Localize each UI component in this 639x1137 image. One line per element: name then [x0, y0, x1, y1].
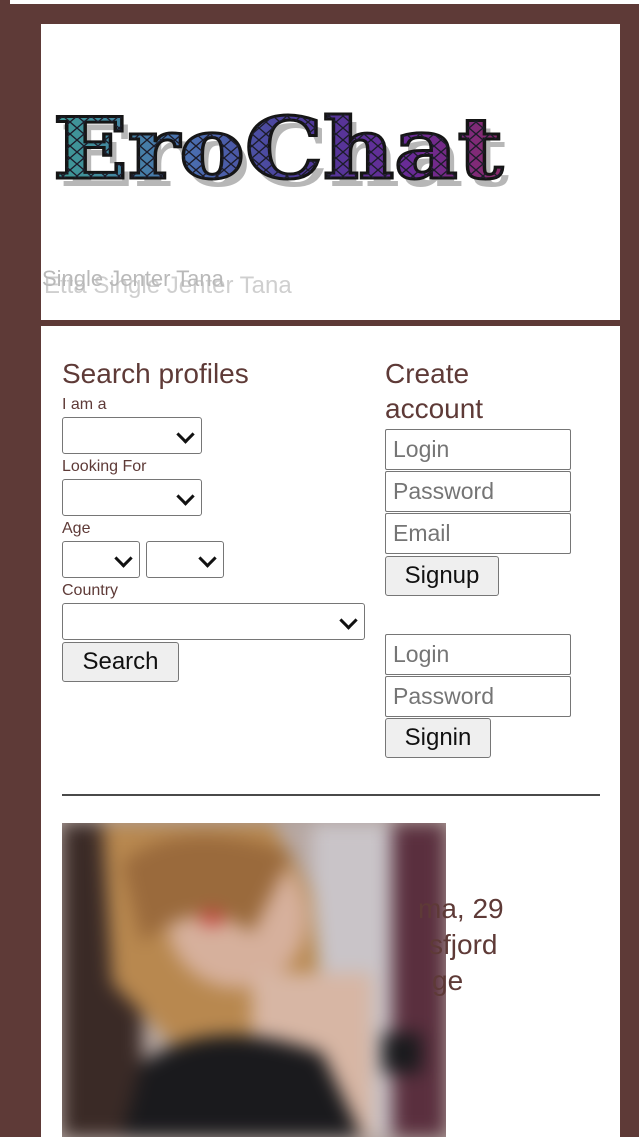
erochat-logo[interactable]: EroChat EroChat EroChat	[49, 98, 519, 202]
signup-password-input[interactable]	[385, 471, 571, 512]
signup-email-input[interactable]	[385, 513, 571, 554]
site-header: EroChat EroChat EroChat Etta Single Jent…	[41, 24, 620, 320]
profile-location: sfjord	[429, 929, 498, 960]
logo-texture: EroChat	[53, 99, 503, 198]
signup-button[interactable]: Signup	[385, 556, 499, 596]
section-divider	[62, 794, 600, 796]
age-label: Age	[62, 520, 91, 537]
i-am-select[interactable]	[62, 417, 202, 454]
profile-name-age[interactable]: ma, 29	[418, 891, 504, 927]
chevron-down-icon	[176, 424, 195, 444]
signup-login-input[interactable]	[385, 429, 571, 470]
country-label: Country	[62, 582, 119, 599]
top-border	[0, 0, 639, 4]
profile-photo[interactable]	[62, 823, 446, 1137]
profile-photo-graphic	[62, 823, 446, 1137]
search-profiles-title: Search profiles	[62, 358, 249, 389]
i-am-label: I am a	[62, 396, 107, 413]
logo-graphic: EroChat EroChat EroChat	[52, 98, 510, 202]
chevron-down-icon	[176, 486, 195, 506]
main-content: Search profiles I am a Looking For Age C…	[41, 326, 620, 1137]
chevron-down-icon	[198, 548, 217, 568]
signin-login-input[interactable]	[385, 634, 571, 675]
chevron-down-icon	[339, 610, 358, 630]
chevron-down-icon	[114, 548, 133, 568]
create-account-title-line1: Create	[385, 358, 470, 389]
signin-button[interactable]: Signin	[385, 718, 491, 758]
age-from-select[interactable]	[62, 541, 140, 578]
profile-country: ge	[432, 965, 464, 996]
left-border	[0, 0, 10, 1137]
search-button[interactable]: Search	[62, 642, 179, 682]
subtitle-front: Single Jenter Tana	[42, 266, 224, 291]
create-account-title-line2: account	[385, 393, 484, 424]
looking-for-select[interactable]	[62, 479, 202, 516]
looking-for-label: Looking For	[62, 458, 147, 475]
age-to-select[interactable]	[146, 541, 224, 578]
signin-password-input[interactable]	[385, 676, 571, 717]
country-select[interactable]	[62, 603, 365, 640]
